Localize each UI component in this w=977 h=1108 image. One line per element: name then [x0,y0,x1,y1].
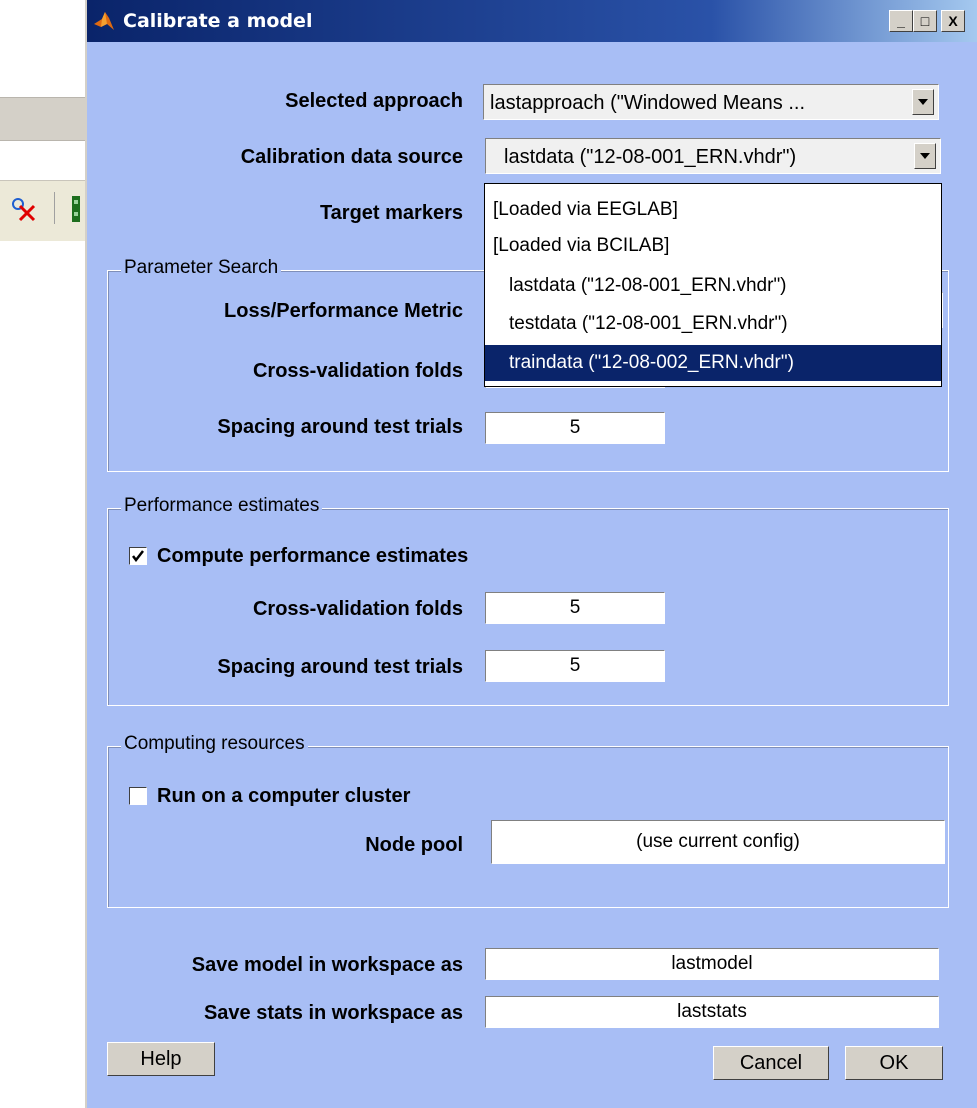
dropdown-item-lastdata[interactable]: lastdata ("12-08-001_ERN.vhdr") [485,268,965,304]
dropdown-item-eeglab[interactable]: [Loaded via EEGLAB] [485,192,949,228]
title-bar[interactable]: Calibrate a model _ □ X [87,0,977,42]
pe-spacing-field[interactable]: 5 [485,650,665,682]
selected-approach-popup[interactable]: lastapproach ("Windowed Means ... [483,84,939,120]
compute-performance-label[interactable]: Compute performance estimates [157,545,468,568]
save-model-label: Save model in workspace as [191,954,463,976]
cluster-checkbox[interactable] [129,787,147,805]
window-title: Calibrate a model [123,10,313,32]
chevron-down-icon[interactable] [914,143,936,169]
node-pool-label: Node pool [365,834,463,856]
calibration-source-dropdown-list[interactable]: [Loaded via EEGLAB] [Loaded via BCILAB] … [484,183,942,387]
node-pool-field[interactable]: (use current config) [491,820,945,864]
cluster-label[interactable]: Run on a computer cluster [157,785,410,808]
dropdown-item-testdata[interactable]: testdata ("12-08-001_ERN.vhdr") [485,306,965,342]
save-stats-label: Save stats in workspace as [203,1002,463,1024]
ok-button[interactable]: OK [845,1046,943,1080]
selected-approach-value: lastapproach ("Windowed Means ... [490,92,806,114]
help-button[interactable]: Help [107,1042,215,1076]
calibrate-dialog: Calibrate a model _ □ X Selected approac… [85,0,977,1108]
dropdown-item-traindata[interactable]: traindata ("12-08-002_ERN.vhdr") [485,345,941,381]
maximize-button[interactable]: □ [913,10,937,32]
cancel-button[interactable]: Cancel [713,1046,829,1080]
background-app-toolbar [0,97,90,141]
ps-spacing-field[interactable]: 5 [485,412,665,444]
save-model-field[interactable]: lastmodel [485,948,939,980]
metric-label: Loss/Performance Metric [224,300,463,322]
parameter-search-title: Parameter Search [121,257,282,279]
toolbar-separator [54,192,55,224]
minimize-button[interactable]: _ [889,10,913,32]
pe-spacing-label: Spacing around test trials [217,656,463,678]
matlab-icon [94,12,114,30]
calibration-source-popup[interactable]: lastdata ("12-08-001_ERN.vhdr") [485,138,941,174]
selected-approach-label: Selected approach [285,90,463,112]
pe-folds-label: Cross-validation folds [252,598,463,620]
dropdown-item-bcilab[interactable]: [Loaded via BCILAB] [485,228,949,264]
calibration-source-label: Calibration data source [240,146,463,168]
chevron-down-icon[interactable] [912,89,934,115]
ps-spacing-label: Spacing around test trials [217,416,463,438]
computing-title: Computing resources [121,733,308,755]
compute-performance-checkbox[interactable] [129,547,147,565]
save-stats-field[interactable]: laststats [485,996,939,1028]
close-button[interactable]: X [941,10,965,32]
toolbar-tool-icon[interactable] [72,196,80,222]
pe-folds-field[interactable]: 5 [485,592,665,624]
ps-folds-label: Cross-validation folds [252,360,463,382]
target-markers-label: Target markers [319,202,463,224]
performance-title: Performance estimates [121,495,323,517]
delete-link-icon[interactable] [10,196,38,222]
calibration-source-value: lastdata ("12-08-001_ERN.vhdr") [504,146,797,168]
